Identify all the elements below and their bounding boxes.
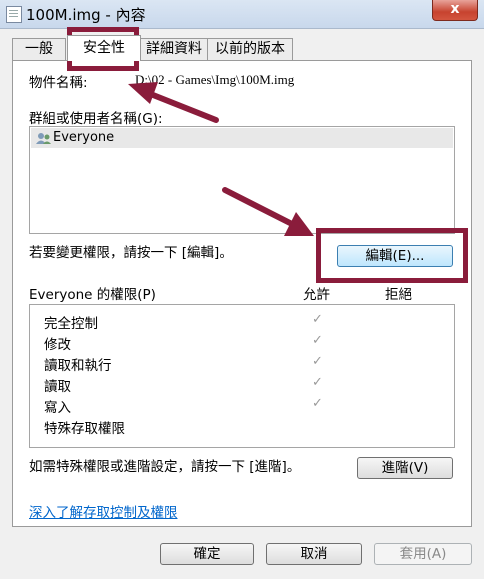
tab-security[interactable]: 安全性 [67, 35, 141, 61]
annotation-arrows [128, 82, 314, 236]
